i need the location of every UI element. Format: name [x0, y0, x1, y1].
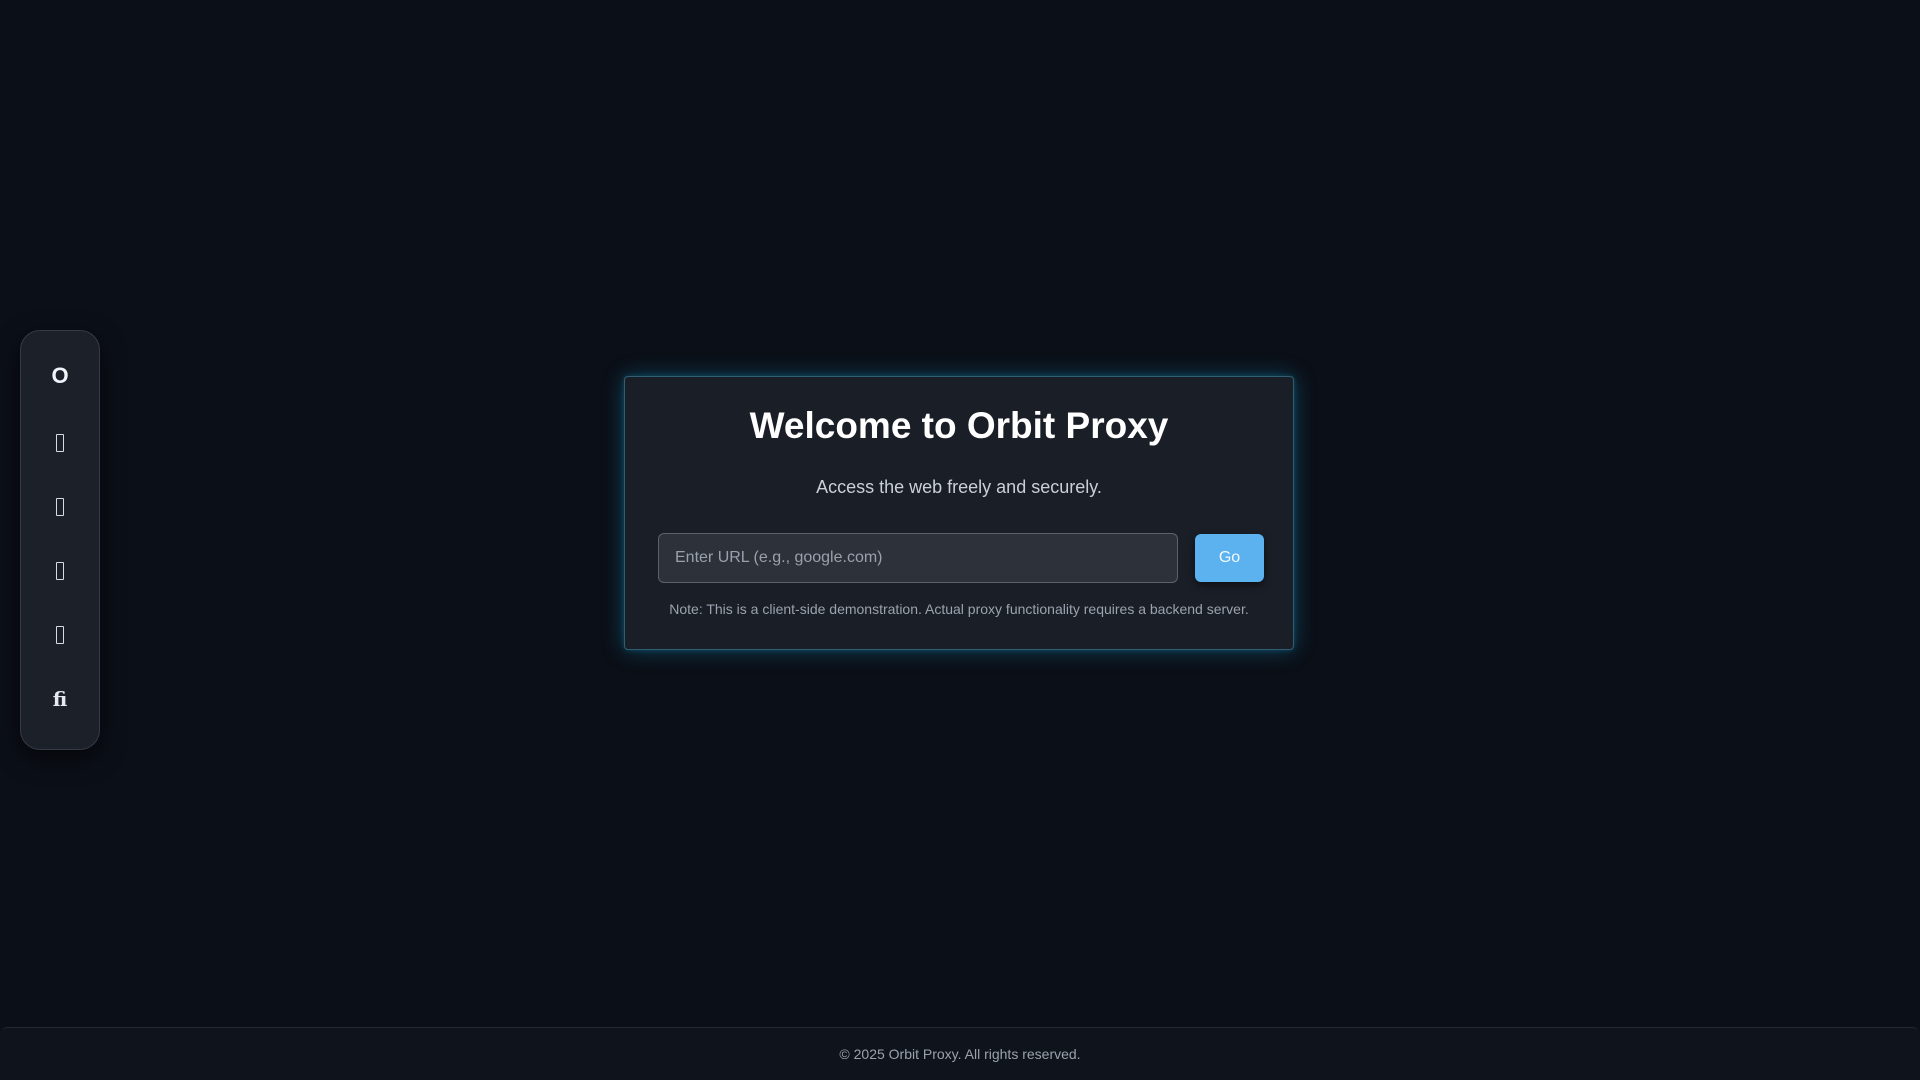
footer: © 2025 Orbit Proxy. All rights reserved.: [0, 1027, 1920, 1080]
sidebar-item-2[interactable]: [35, 485, 85, 529]
proxy-card: Welcome to Orbit Proxy Access the web fr…: [624, 376, 1294, 650]
page: O ﬁ Welcome to Orbit Proxy Access the we…: [0, 0, 1920, 1080]
nav-icon-4: [56, 626, 64, 644]
sidebar-logo[interactable]: O: [21, 356, 99, 396]
sidebar: O ﬁ: [20, 330, 100, 750]
fi-ligature-icon: ﬁ: [52, 687, 68, 711]
sidebar-item-3[interactable]: [35, 549, 85, 593]
sidebar-item-4[interactable]: [35, 613, 85, 657]
sidebar-item-1[interactable]: [35, 421, 85, 465]
sidebar-item-5[interactable]: ﬁ: [35, 677, 85, 721]
url-input[interactable]: [658, 533, 1178, 583]
copyright-text: © 2025 Orbit Proxy. All rights reserved.: [839, 1046, 1081, 1062]
page-title: Welcome to Orbit Proxy: [749, 405, 1169, 446]
page-subtitle: Access the web freely and securely.: [816, 477, 1102, 497]
nav-icon-3: [56, 562, 64, 580]
nav-icon-2: [56, 498, 64, 516]
nav-icon-1: [56, 434, 64, 452]
go-button[interactable]: Go: [1195, 534, 1264, 582]
disclaimer-note: Note: This is a client-side demonstratio…: [669, 601, 1249, 617]
